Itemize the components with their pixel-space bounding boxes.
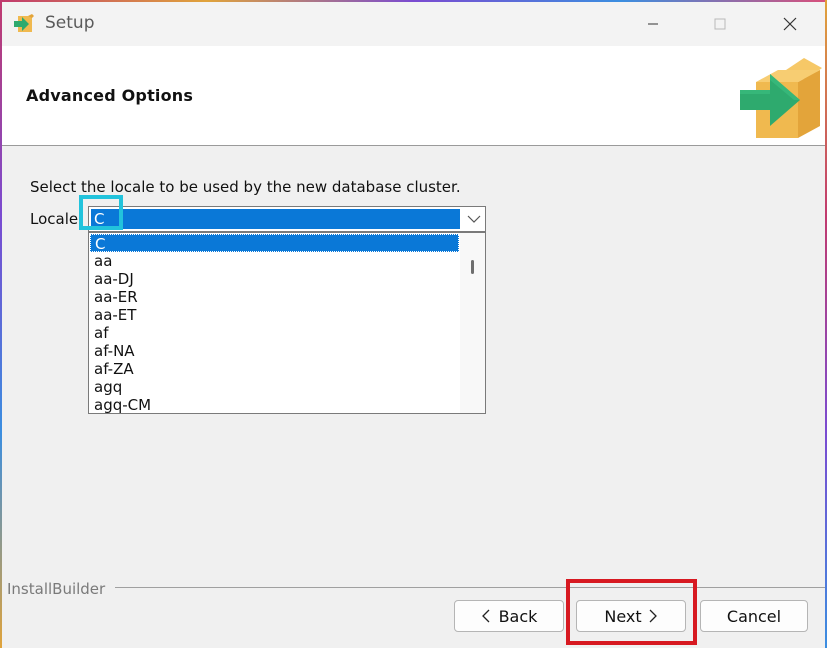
locale-description: Select the locale to be used by the new … [30, 178, 461, 196]
wizard-header: Advanced Options [2, 46, 825, 146]
setup-window: Setup Advanced Options Select the locale… [2, 2, 825, 648]
window-title: Setup [45, 13, 95, 33]
locale-option[interactable]: agq-CM [90, 396, 459, 413]
locale-option[interactable]: C [90, 234, 459, 253]
locale-option[interactable]: af [90, 324, 459, 342]
maximize-icon [714, 18, 726, 30]
footer-brand: InstallBuilder [7, 580, 106, 598]
scrollbar-thumb[interactable] [471, 260, 474, 274]
minimize-button[interactable] [630, 2, 676, 46]
close-button[interactable] [767, 2, 813, 46]
locale-dropdown-list[interactable]: C aa aa-DJ aa-ER aa-ET af af-NA af-ZA ag… [88, 232, 486, 414]
close-icon [783, 17, 797, 31]
cancel-button[interactable]: Cancel [700, 600, 808, 632]
minimize-icon [648, 23, 658, 25]
installer-logo-icon [740, 58, 822, 138]
dropdown-scrollbar[interactable] [460, 233, 485, 413]
locale-option[interactable]: aa [90, 252, 459, 270]
next-button-highlight [566, 579, 697, 645]
locale-option[interactable]: af-NA [90, 342, 459, 360]
locale-label: Locale [30, 210, 79, 228]
locale-option[interactable]: af-ZA [90, 360, 459, 378]
footer-divider [115, 587, 825, 588]
locale-select[interactable]: C [88, 206, 486, 232]
locale-select-value: C [91, 209, 460, 229]
locale-option[interactable]: aa-DJ [90, 270, 459, 288]
chevron-left-icon [481, 609, 490, 623]
locale-option[interactable]: aa-ET [90, 306, 459, 324]
selected-value-highlight [79, 195, 123, 230]
title-bar[interactable]: Setup [2, 2, 825, 46]
back-button-label: Back [498, 606, 538, 626]
page-title: Advanced Options [26, 86, 194, 105]
locale-select-arrow[interactable] [462, 207, 485, 231]
maximize-button[interactable] [697, 2, 743, 46]
chevron-down-icon [467, 215, 480, 223]
back-button[interactable]: Back [454, 600, 564, 632]
app-icon [14, 14, 34, 32]
locale-option[interactable]: aa-ER [90, 288, 459, 306]
cancel-button-label: Cancel [726, 606, 782, 626]
locale-option[interactable]: agq [90, 378, 459, 396]
